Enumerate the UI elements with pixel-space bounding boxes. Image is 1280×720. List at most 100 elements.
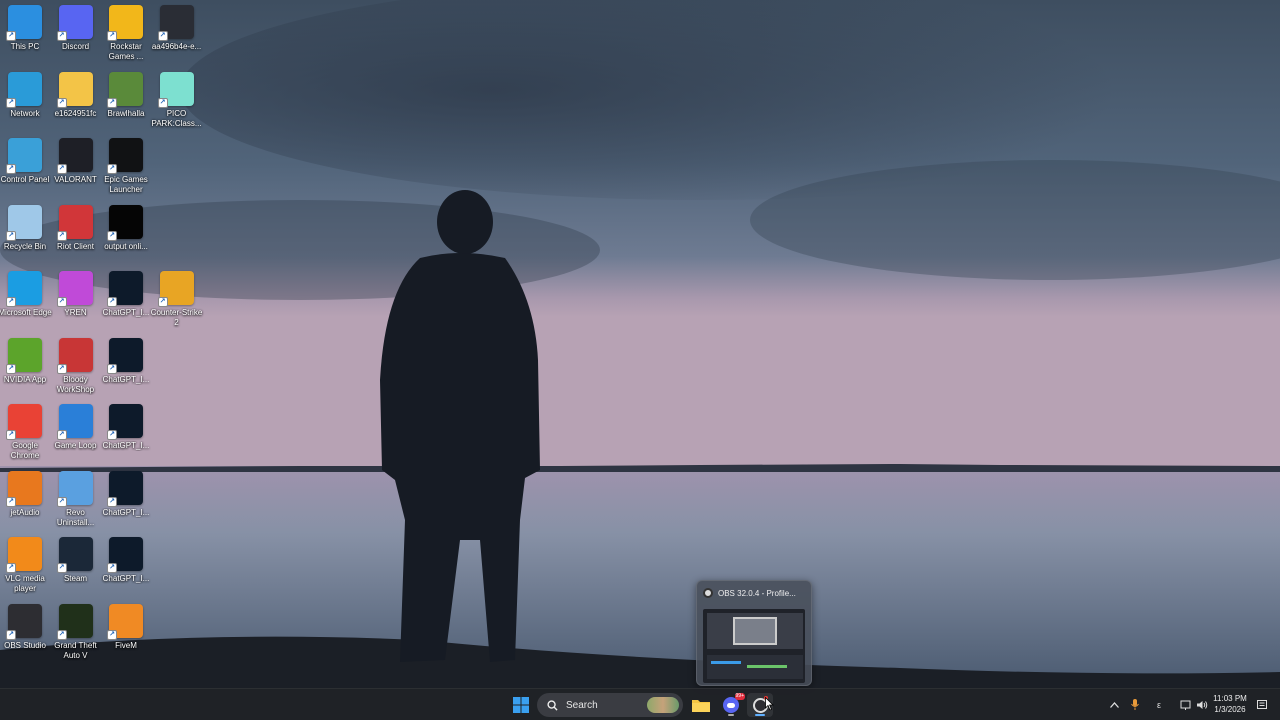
desktop-icon[interactable]: ↗ Bloody WorkShop bbox=[50, 337, 102, 404]
shortcut-arrow-icon: ↗ bbox=[56, 230, 67, 241]
microphone-icon bbox=[1131, 699, 1139, 710]
desktop-icon-label: ChatGPT_I... bbox=[102, 374, 150, 384]
fivem-icon: ↗ bbox=[107, 603, 143, 640]
desktop-icon[interactable]: ↗ Microsoft Edge bbox=[0, 271, 52, 337]
desktop-icon-label: jetAudio bbox=[10, 507, 40, 517]
desktop-icon-label: VLC media player bbox=[5, 574, 45, 593]
windows-logo-icon bbox=[513, 697, 529, 713]
desktop-icon[interactable]: ↗ Grand Theft Auto V bbox=[50, 603, 102, 670]
shortcut-arrow-icon: ↗ bbox=[157, 297, 168, 307]
desktop-icon[interactable]: ↗ jetAudio bbox=[0, 470, 51, 537]
desktop-icon[interactable]: ↗ PICO PARK:Class... bbox=[151, 71, 203, 138]
discord-taskbar-button[interactable]: 99+ bbox=[718, 693, 745, 717]
shortcut-arrow-icon: ↗ bbox=[107, 97, 117, 108]
desktop-icon-label: Discord bbox=[61, 42, 90, 51]
desktop-icon[interactable]: ↗ OBS Studio bbox=[0, 603, 51, 670]
search-highlight-icon bbox=[647, 697, 679, 713]
desktop-icon[interactable]: ↗ Counter-Strike 2 bbox=[151, 271, 203, 337]
shortcut-arrow-icon: ↗ bbox=[6, 629, 16, 640]
desktop-icon[interactable]: ↗ NVIDIA App bbox=[0, 337, 51, 404]
desktop-icon[interactable]: ↗ aa496b4e-e... bbox=[151, 5, 203, 71]
vlc-icon: ↗ bbox=[6, 537, 42, 573]
desktop-icon[interactable]: ↗ Brawlhalla bbox=[100, 71, 152, 138]
notification-badge: 99+ bbox=[734, 693, 745, 700]
obs-preview-title: OBS 32.0.4 - Profile... bbox=[718, 588, 796, 598]
desktop-icon[interactable]: ↗ Game Loop bbox=[50, 404, 102, 470]
revo-uninstaller-icon: ↗ bbox=[56, 470, 93, 507]
app-icon: ↗ bbox=[56, 271, 93, 307]
file-explorer-button[interactable] bbox=[688, 693, 714, 717]
language-indicator[interactable]: ε bbox=[1152, 689, 1166, 720]
desktop-icon-label: OBS Studio bbox=[4, 640, 46, 650]
desktop-icon-label: Counter-Strike 2 bbox=[150, 308, 203, 327]
desktop-icon[interactable]: ↗ Control Panel bbox=[0, 138, 51, 204]
desktop-icon[interactable]: ↗ e1624951fc bbox=[50, 71, 102, 138]
desktop-icon-label: aa496b4e-e... bbox=[151, 42, 202, 51]
desktop-icon[interactable]: ↗ Steam bbox=[50, 537, 102, 603]
clock-time: 11:03 PM bbox=[1213, 694, 1247, 703]
desktop-icon[interactable]: ↗ ChatGPT_I... bbox=[100, 271, 152, 337]
desktop-icon[interactable]: ↗ ChatGPT_I... bbox=[100, 337, 152, 404]
brawlhalla-icon: ↗ bbox=[107, 71, 143, 108]
network-icon bbox=[1180, 700, 1191, 710]
desktop-icon-label: Grand Theft Auto V bbox=[54, 640, 97, 660]
desktop-icon-label: e1624951fc bbox=[54, 108, 97, 118]
shortcut-arrow-icon: ↗ bbox=[6, 363, 16, 374]
desktop-icon[interactable]: ↗ Riot Client bbox=[50, 204, 102, 271]
nvidia-icon: ↗ bbox=[6, 337, 42, 374]
image-file-icon: ↗ bbox=[107, 337, 143, 374]
desktop-icon[interactable]: ↗ FiveM bbox=[100, 603, 152, 670]
desktop-icon-label: Control Panel bbox=[0, 175, 50, 184]
shortcut-arrow-icon: ↗ bbox=[6, 97, 16, 108]
shortcut-arrow-icon: ↗ bbox=[56, 496, 67, 507]
shortcut-arrow-icon: ↗ bbox=[6, 430, 16, 440]
system-clock[interactable]: 11:03 PM 1/3/2026 bbox=[1206, 693, 1254, 715]
shortcut-arrow-icon: ↗ bbox=[56, 563, 67, 573]
network-status[interactable] bbox=[1178, 689, 1194, 720]
shortcut-arrow-icon: ↗ bbox=[56, 164, 67, 174]
show-hidden-icons-button[interactable] bbox=[1106, 689, 1122, 720]
start-button[interactable] bbox=[508, 693, 534, 717]
edge-icon: ↗ bbox=[6, 271, 42, 307]
obs-window-preview[interactable]: OBS 32.0.4 - Profile... bbox=[696, 580, 812, 686]
desktop-icon[interactable]: ↗ ChatGPT_I... bbox=[100, 537, 152, 603]
microphone-indicator[interactable] bbox=[1128, 689, 1142, 720]
shortcut-arrow-icon: ↗ bbox=[107, 563, 117, 573]
shortcut-arrow-icon: ↗ bbox=[6, 230, 16, 241]
taskbar: Search 99+ ε 11:03 PM 1/3/2026 bbox=[0, 688, 1280, 720]
desktop-icon[interactable]: ↗ This PC bbox=[0, 5, 51, 71]
desktop-icon-label: YREN bbox=[64, 308, 87, 317]
desktop-icon-label: VALORANT bbox=[54, 175, 97, 184]
desktop-icon[interactable]: ↗ ChatGPT_I... bbox=[100, 470, 152, 537]
desktop-icon[interactable]: ↗ Network bbox=[0, 71, 51, 138]
control-panel-icon: ↗ bbox=[6, 138, 42, 174]
desktop-icon-label: Revo Uninstall... bbox=[56, 507, 95, 527]
search-box[interactable]: Search bbox=[537, 693, 683, 717]
desktop-icon[interactable]: ↗ Discord bbox=[50, 5, 102, 71]
shortcut-arrow-icon: ↗ bbox=[107, 297, 117, 307]
language-glyph-icon: ε bbox=[1156, 700, 1161, 710]
desktop-icon-label: Google Chrome bbox=[10, 441, 40, 460]
desktop-icon-label: Rockstar Games ... bbox=[108, 42, 144, 61]
counter-strike-icon: ↗ bbox=[157, 271, 194, 307]
desktop-icon[interactable]: ↗ VLC media player bbox=[0, 537, 51, 603]
desktop-icon[interactable]: ↗ Revo Uninstall... bbox=[50, 470, 102, 537]
notification-center-button[interactable] bbox=[1255, 689, 1269, 720]
desktop-icon[interactable]: ↗ Google Chrome bbox=[0, 404, 51, 470]
desktop-icon[interactable]: ↗ YREN bbox=[50, 271, 102, 337]
shortcut-arrow-icon: ↗ bbox=[107, 363, 117, 374]
desktop-icon-label: This PC bbox=[10, 42, 40, 51]
shortcut-arrow-icon: ↗ bbox=[107, 629, 117, 640]
desktop-icon[interactable]: ↗ output onli... bbox=[100, 204, 152, 271]
desktop-icon-label: Bloody WorkShop bbox=[56, 374, 95, 394]
desktop-icon[interactable]: ↗ Recycle Bin bbox=[0, 204, 51, 271]
desktop-icon-label: Steam bbox=[63, 574, 88, 583]
desktop-icon[interactable]: ↗ Epic Games Launcher bbox=[100, 138, 152, 204]
desktop-icon[interactable]: ↗ VALORANT bbox=[50, 138, 102, 204]
desktop-icon[interactable]: ↗ ChatGPT_I... bbox=[100, 404, 152, 470]
shortcut-arrow-icon: ↗ bbox=[56, 363, 67, 374]
desktop-icon[interactable]: ↗ Rockstar Games ... bbox=[100, 5, 152, 71]
shortcut-arrow-icon: ↗ bbox=[157, 31, 168, 41]
black-file-icon: ↗ bbox=[107, 204, 143, 241]
search-icon bbox=[547, 699, 558, 711]
